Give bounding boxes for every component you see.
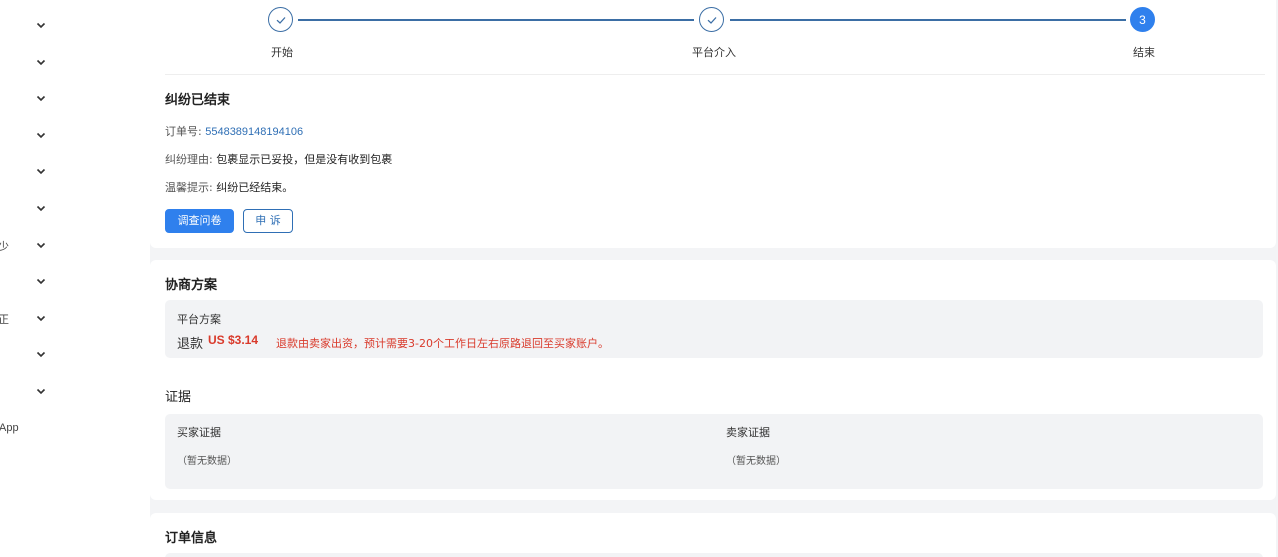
dispute-reason-label: 纠纷理由: xyxy=(165,153,213,166)
chevron-down-icon xyxy=(36,315,46,322)
chevron-down-icon xyxy=(36,168,46,175)
survey-button[interactable]: 调查问卷 xyxy=(165,209,234,233)
order-number-row: 订单号: 5548389148194106 xyxy=(165,123,303,139)
chevron-down-icon xyxy=(36,95,46,102)
sidebar-item-label: 少 xyxy=(0,240,9,253)
chevron-down-icon xyxy=(36,278,46,285)
order-number-label: 订单号: xyxy=(165,125,202,138)
sidebar-item-label: 正 xyxy=(0,313,9,326)
order-info-card: 订单信息 xyxy=(150,513,1276,557)
tip-value: 纠纷已经结束。 xyxy=(216,181,294,194)
order-info-panel xyxy=(165,553,1263,557)
sidebar-item[interactable] xyxy=(0,160,150,184)
sidebar-item[interactable]: 少 xyxy=(0,234,150,258)
tip-row: 温馨提示: 纠纷已经结束。 xyxy=(165,179,293,195)
chevron-down-icon xyxy=(36,22,46,29)
dispute-reason-value: 包裹显示已妥投，但是没有收到包裹 xyxy=(216,153,393,166)
step-label-start: 开始 xyxy=(271,46,293,59)
divider xyxy=(165,74,1265,75)
chevron-down-icon xyxy=(36,59,46,66)
evidence-panel: 买家证据 （暂无数据） 卖家证据 （暂无数据） xyxy=(165,414,1263,489)
check-icon xyxy=(707,17,717,24)
appeal-button[interactable]: 申 诉 xyxy=(243,209,293,233)
buyer-evidence-empty: （暂无数据） xyxy=(177,456,237,467)
chevron-down-icon xyxy=(36,388,46,395)
step-label-end: 结束 xyxy=(1133,46,1155,59)
sidebar-item[interactable]: 正 xyxy=(0,307,150,331)
order-number-link[interactable]: 5548389148194106 xyxy=(205,126,303,138)
negotiation-card: 协商方案 平台方案 退款 US $3.14 退款由卖家出资，预计需要3-20个工… xyxy=(150,260,1276,500)
platform-plan-panel: 平台方案 退款 US $3.14 退款由卖家出资，预计需要3-20个工作日左右原… xyxy=(165,300,1263,358)
sidebar-item[interactable] xyxy=(0,197,150,221)
chevron-down-icon xyxy=(36,205,46,212)
step-connector xyxy=(730,19,1126,21)
order-info-title: 订单信息 xyxy=(165,531,218,546)
seller-evidence-label: 卖家证据 xyxy=(726,426,770,439)
step-done-circle xyxy=(699,7,724,32)
sidebar-item[interactable] xyxy=(0,270,150,294)
dispute-title: 纠纷已结束 xyxy=(165,93,231,108)
chevron-down-icon xyxy=(36,132,46,139)
evidence-title: 证据 xyxy=(165,390,192,405)
refund-amount: US $3.14 xyxy=(208,333,259,347)
refund-label: 退款 xyxy=(177,337,204,352)
sidebar-item[interactable] xyxy=(0,124,150,148)
dispute-card: 3 开始 平台介入 结束 纠纷已结束 订单号: 5548389148194106… xyxy=(150,0,1276,248)
refund-note: 退款由卖家出资，预计需要3-20个工作日左右原路退回至买家账户。 xyxy=(276,337,609,350)
step-done-circle xyxy=(268,7,293,32)
plan-title: 协商方案 xyxy=(165,278,218,293)
check-icon xyxy=(276,17,286,24)
buyer-evidence-label: 买家证据 xyxy=(177,426,221,439)
sidebar-item[interactable] xyxy=(0,14,150,38)
dispute-reason-row: 纠纷理由: 包裹显示已妥投，但是没有收到包裹 xyxy=(165,151,392,167)
sidebar-item[interactable] xyxy=(0,380,150,404)
progress-steps: 3 开始 平台介入 结束 xyxy=(150,0,1276,74)
sidebar-item[interactable] xyxy=(0,51,150,75)
step-label-platform: 平台介入 xyxy=(692,46,736,59)
sidebar-app-link[interactable]: App xyxy=(0,422,19,434)
sidebar-item[interactable] xyxy=(0,87,150,111)
sidebar: 少 正 App xyxy=(0,0,150,557)
step-active-circle: 3 xyxy=(1130,7,1155,32)
step-connector xyxy=(298,19,694,21)
seller-evidence-empty: （暂无数据） xyxy=(726,456,786,467)
sidebar-item[interactable] xyxy=(0,343,150,367)
chevron-down-icon xyxy=(36,351,46,358)
tip-label: 温馨提示: xyxy=(165,181,213,194)
chevron-down-icon xyxy=(36,242,46,249)
platform-plan-label: 平台方案 xyxy=(177,313,221,326)
